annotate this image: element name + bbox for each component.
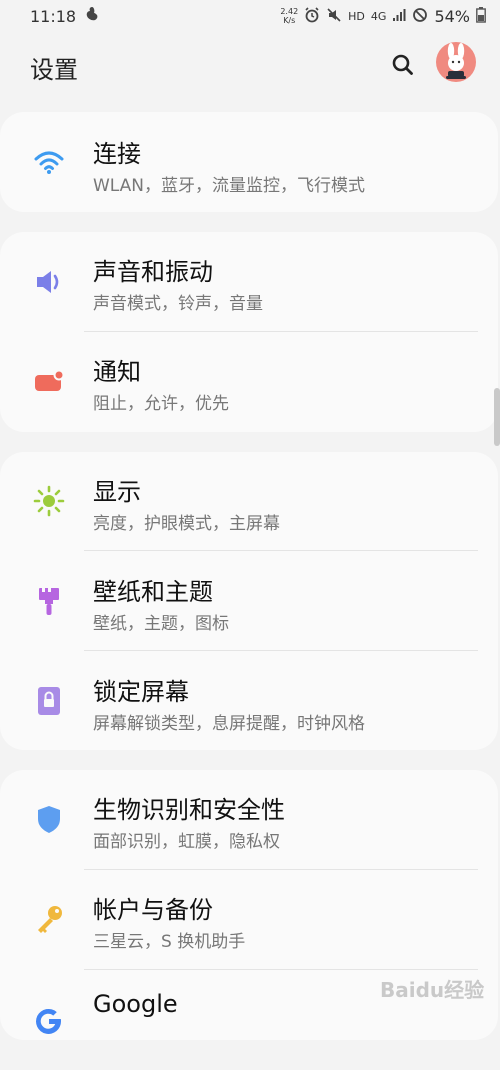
speaker-icon: [37, 271, 59, 293]
settings-item-biometrics[interactable]: 生物识别和安全性 面部识别，虹膜，隐私权: [0, 770, 498, 870]
settings-group-connections: 连接 WLAN，蓝牙，流量监控，飞行模式: [0, 112, 498, 212]
item-subtitle: 屏幕解锁类型，息屏提醒，时钟风格: [93, 714, 365, 734]
settings-item-sound[interactable]: 声音和振动 声音模式，铃声，音量: [0, 232, 498, 332]
bunny-avatar-icon: [446, 43, 466, 79]
mute-icon: [326, 7, 342, 26]
item-subtitle: 声音模式，铃声，音量: [93, 294, 263, 314]
alarm-icon: [304, 6, 320, 26]
key-icon: [38, 906, 62, 933]
battery-icon: [476, 6, 486, 26]
network-speed: 2.42 K/s: [280, 7, 299, 25]
item-title: 声音和振动: [93, 258, 213, 286]
divider: [84, 550, 478, 551]
blocked-icon: [412, 7, 428, 26]
network-type-label: HD: [348, 9, 365, 23]
item-subtitle: 壁纸，主题，图标: [93, 614, 229, 634]
item-subtitle: 三星云，S 换机助手: [93, 932, 246, 952]
item-title: 壁纸和主题: [93, 578, 213, 606]
page-title: 设置: [30, 56, 78, 84]
paintbrush-icon: [39, 587, 59, 615]
settings-item-accounts-backup[interactable]: 帐户与备份 三星云，S 换机助手: [0, 870, 498, 970]
item-title: 通知: [93, 358, 141, 386]
status-time: 11:18: [30, 6, 77, 26]
settings-item-wallpaper[interactable]: 壁纸和主题 壁纸，主题，图标: [0, 552, 498, 652]
shield-icon: [38, 806, 60, 833]
item-title: 锁定屏幕: [93, 678, 189, 706]
settings-group-sound-notifications: 声音和振动 声音模式，铃声，音量 通知 阻止，允许，优先: [0, 232, 498, 432]
settings-item-connections[interactable]: 连接 WLAN，蓝牙，流量监控，飞行模式: [0, 112, 498, 212]
app-header: 设置: [0, 32, 500, 96]
settings-group-display: 显示 亮度，护眼模式，主屏幕 壁纸和主题 壁纸，主题，图标 锁定屏幕 屏幕解锁类…: [0, 452, 498, 750]
signal-label: 4G: [370, 9, 387, 23]
divider: [84, 650, 478, 651]
wifi-icon: [34, 151, 64, 174]
notification-icon: [35, 369, 65, 391]
search-icon: [392, 54, 413, 75]
search-button[interactable]: [388, 50, 418, 80]
item-title: 连接: [93, 140, 141, 168]
item-subtitle: WLAN，蓝牙，流量监控，飞行模式: [93, 176, 366, 196]
watermark: Baidu经验: [380, 978, 485, 1002]
lock-icon: [38, 687, 60, 715]
scrollbar-handle[interactable]: [494, 388, 500, 446]
item-title: 生物识别和安全性: [93, 796, 285, 824]
avatar[interactable]: [436, 42, 476, 82]
settings-item-display[interactable]: 显示 亮度，护眼模式，主屏幕: [0, 452, 498, 552]
notification-app-icon: [84, 6, 100, 26]
settings-item-lock-screen[interactable]: 锁定屏幕 屏幕解锁类型，息屏提醒，时钟风格: [0, 652, 498, 752]
settings-item-notifications[interactable]: 通知 阻止，允许，优先: [0, 332, 498, 432]
item-subtitle: 阻止，允许，优先: [93, 394, 229, 414]
item-title: Google: [93, 990, 178, 1018]
brightness-icon: [33, 485, 65, 517]
status-bar: 11:18 2.42 K/s HD 4G 54%: [0, 0, 500, 32]
google-icon: [36, 1008, 62, 1034]
battery-percent: 54%: [434, 6, 470, 26]
item-subtitle: 面部识别，虹膜，隐私权: [93, 832, 280, 852]
item-subtitle: 亮度，护眼模式，主屏幕: [93, 514, 280, 534]
signal-icon: [392, 8, 406, 25]
item-title: 帐户与备份: [93, 896, 213, 924]
item-title: 显示: [93, 478, 141, 506]
